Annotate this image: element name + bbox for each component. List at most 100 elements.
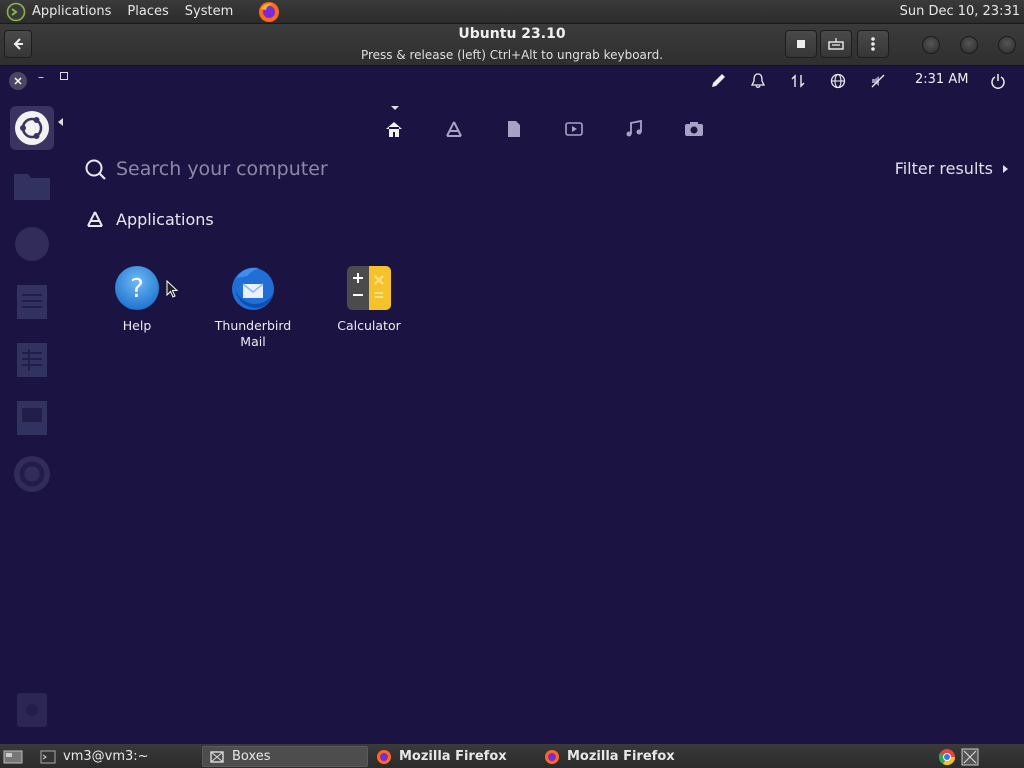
section-label: Applications [116, 209, 214, 229]
guest-clock[interactable]: 2:31 AM [915, 72, 968, 87]
ubuntu-logo-icon [15, 111, 49, 145]
main-menu-bar: Applications Places System [0, 0, 289, 24]
app-tile-thunderbird[interactable]: Thunderbird Mail [198, 264, 308, 350]
show-desktop-icon [3, 750, 23, 763]
panel-clock[interactable]: Sun Dec 10, 23:31 [900, 4, 1020, 19]
folder-icon [14, 174, 50, 200]
search-input[interactable] [114, 154, 814, 184]
home-icon [386, 122, 402, 137]
task-label: vm3@vm3:~ [63, 749, 149, 764]
bell-icon[interactable] [748, 72, 768, 90]
mouse-cursor-icon [166, 279, 179, 302]
calculator-icon [345, 264, 393, 312]
applications-category-icon [87, 211, 103, 227]
kebab-menu-icon [871, 37, 875, 51]
firefox-icon [15, 227, 49, 261]
lens-files[interactable] [500, 116, 528, 142]
help-icon: ? [113, 264, 161, 312]
window-close-button[interactable] [998, 36, 1016, 54]
help-ring-icon [14, 456, 50, 492]
trash-icon [17, 693, 47, 727]
search-icon [85, 159, 106, 180]
stop-icon [797, 40, 805, 48]
boxes-tray-icon [961, 748, 979, 765]
filter-results-button[interactable]: Filter results [895, 159, 1008, 178]
window-minimize-button[interactable] [922, 36, 940, 54]
firefox-launcher-icon[interactable] [257, 0, 281, 24]
app-label: Thunderbird Mail [214, 318, 292, 349]
boxes-header-bar: Ubuntu 23.10 Press & release (left) Ctrl… [0, 24, 1024, 66]
task-boxes[interactable]: Boxes [202, 746, 368, 767]
software-launcher[interactable] [10, 452, 54, 496]
stop-button[interactable] [785, 30, 817, 58]
task-terminal[interactable]: vm3@vm3:~ [34, 746, 200, 767]
keyboard-button[interactable] [820, 30, 852, 58]
files-launcher[interactable] [10, 164, 54, 208]
svg-text:?: ? [130, 274, 144, 304]
tray-boxes[interactable] [959, 746, 981, 767]
host-top-panel: Applications Places System Sun Dec 10, 2… [0, 0, 1024, 24]
lens-music[interactable] [620, 116, 648, 142]
dash-minimize-button[interactable]: – [38, 70, 44, 84]
app-label: Help [122, 318, 152, 333]
impress-launcher[interactable] [10, 396, 54, 440]
menu-button[interactable] [857, 30, 889, 58]
power-icon[interactable] [988, 72, 1008, 90]
lens-active-indicator [391, 106, 399, 110]
lens-applications[interactable] [440, 116, 468, 142]
filter-arrow-icon [1003, 164, 1008, 173]
guest-top-bar: – 2:31 AM [0, 66, 1024, 96]
network-icon[interactable] [788, 72, 808, 90]
task-firefox-2[interactable]: Mozilla Firefox [538, 746, 704, 767]
menu-system[interactable]: System [185, 4, 233, 19]
task-label: Mozilla Firefox [399, 749, 507, 764]
pen-icon[interactable] [708, 72, 728, 90]
dash-home-button[interactable] [10, 106, 54, 150]
search-row: Filter results [82, 152, 1012, 186]
menu-applications[interactable]: Applications [32, 4, 111, 19]
thunderbird-icon [229, 264, 277, 312]
chrome-icon [938, 748, 956, 765]
show-desktop-button[interactable] [0, 746, 30, 767]
music-icon [626, 120, 642, 137]
volume-muted-icon[interactable] [868, 72, 888, 90]
globe-icon[interactable] [828, 72, 848, 90]
document-icon [17, 285, 47, 319]
tray-chrome[interactable] [936, 746, 958, 767]
writer-launcher[interactable] [10, 280, 54, 324]
terminal-icon [40, 750, 56, 763]
dash-maximize-button[interactable] [60, 72, 68, 80]
applications-icon [446, 121, 462, 137]
task-label: Boxes [232, 749, 271, 764]
filter-results-label: Filter results [894, 159, 993, 178]
lens-video[interactable] [560, 116, 588, 142]
calc-launcher[interactable] [10, 338, 54, 382]
app-tile-calculator[interactable]: Calculator [314, 264, 424, 334]
trash-launcher[interactable] [10, 688, 54, 732]
menu-places[interactable]: Places [127, 4, 168, 19]
mate-logo-icon[interactable] [6, 2, 26, 22]
firefox-icon [377, 749, 391, 764]
dash-close-button[interactable] [9, 72, 27, 90]
firefox-launcher[interactable] [10, 222, 54, 266]
close-icon [14, 77, 22, 85]
firefox-icon [545, 749, 559, 764]
host-taskbar: vm3@vm3:~ Boxes Mozilla Firefox Mozilla … [0, 743, 1024, 768]
dock-active-indicator [58, 118, 63, 126]
launcher-dock [0, 96, 63, 743]
task-firefox-1[interactable]: Mozilla Firefox [370, 746, 536, 767]
applications-section-header[interactable]: Applications [86, 208, 214, 230]
files-icon [508, 121, 520, 137]
lens-photos[interactable] [680, 116, 708, 142]
boxes-icon [210, 750, 224, 763]
lens-home[interactable] [380, 116, 408, 142]
guest-desktop: – 2:31 AM Search your computer Filter re… [0, 66, 1024, 743]
presentation-icon [17, 401, 47, 435]
photo-icon [685, 122, 703, 136]
window-maximize-button[interactable] [960, 36, 978, 54]
app-label: Calculator [337, 318, 401, 333]
keyboard-icon [828, 38, 844, 50]
task-label: Mozilla Firefox [567, 749, 675, 764]
spreadsheet-icon [17, 343, 47, 377]
video-icon [565, 122, 583, 136]
